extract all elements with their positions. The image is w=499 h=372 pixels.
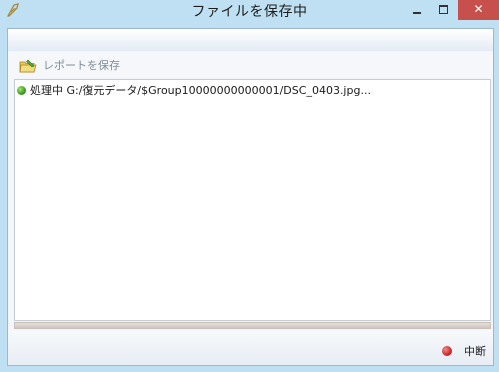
minimize-button[interactable] (404, 0, 430, 20)
toolbar: レポートを保存 (8, 53, 493, 77)
footer-bar: 中断 (8, 331, 493, 365)
save-report-button[interactable]: レポートを保存 (19, 56, 120, 74)
folder-save-icon (19, 58, 37, 73)
stop-icon (442, 346, 452, 356)
close-button[interactable]: ✕ (458, 0, 499, 20)
maximize-button[interactable] (430, 0, 456, 20)
save-files-window: ファイルを保存中 ✕ レポートを保存 処理中 G:/復元データ/$Group10… (0, 0, 499, 372)
status-running-icon (17, 85, 26, 95)
maximize-icon (438, 5, 448, 14)
progress-bar (14, 322, 491, 329)
log-entry-text: 処理中 G:/復元データ/$Group10000000000001/DSC_04… (30, 84, 371, 97)
minimize-icon (413, 12, 421, 14)
processing-log[interactable]: 処理中 G:/復元データ/$Group10000000000001/DSC_04… (14, 79, 491, 321)
save-report-label: レポートを保存 (43, 59, 120, 72)
header-band (8, 29, 493, 51)
log-entry: 処理中 G:/復元データ/$Group10000000000001/DSC_04… (17, 82, 371, 98)
abort-label: 中断 (464, 345, 486, 358)
close-icon: ✕ (473, 2, 484, 16)
title-bar[interactable]: ファイルを保存中 ✕ (0, 0, 499, 22)
dialog-body: レポートを保存 処理中 G:/復元データ/$Group1000000000000… (7, 28, 494, 366)
abort-button[interactable]: 中断 (442, 343, 486, 359)
